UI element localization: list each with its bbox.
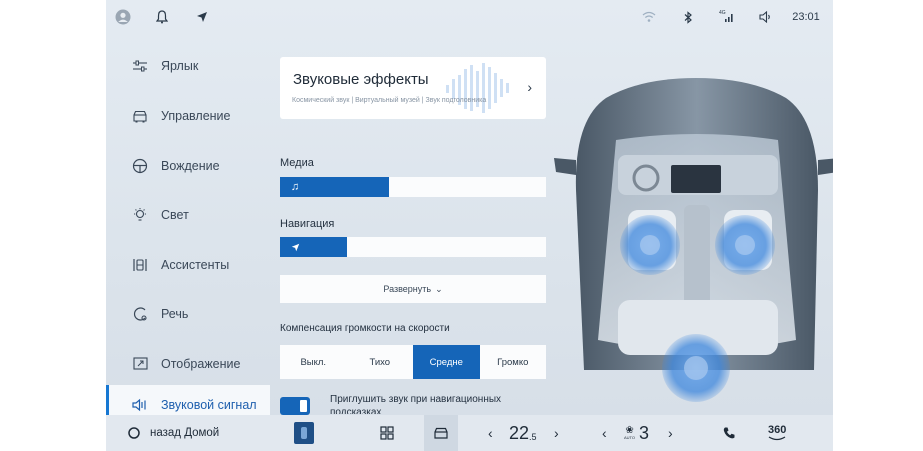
phone-icon[interactable] <box>722 415 736 451</box>
bell-icon[interactable] <box>154 8 170 26</box>
sidebar-item-label: Отображение <box>161 357 241 371</box>
sidebar-item-label: Ярлык <box>161 59 199 73</box>
sidebar-item-label: Речь <box>161 307 189 321</box>
assist-icon <box>131 256 149 274</box>
navigation-volume-slider[interactable] <box>280 237 546 257</box>
sidebar-item-label: Управление <box>161 109 231 123</box>
car-top-view-illustration <box>554 78 833 402</box>
temp-decrease-button[interactable]: ‹ <box>488 415 493 451</box>
media-volume-slider[interactable]: ♫ <box>280 177 546 197</box>
toggle-knob <box>300 400 307 412</box>
sidebar-item-label: Свет <box>161 208 189 222</box>
temperature-value: 22 <box>509 422 530 443</box>
bottom-dock: назад Домой ‹ 22 .5 › ‹ ❀ AUTO 3 › 360 <box>106 415 833 451</box>
duck-nav-text: Приглушить звук при навигационных подска… <box>330 394 502 414</box>
navigation-arrow-icon <box>194 8 210 26</box>
sidebar-item-voice[interactable]: Речь <box>106 294 270 334</box>
temperature-decimal: .5 <box>529 432 537 442</box>
sound-effects-card[interactable]: Звуковые эффекты Космический звук | Вирт… <box>280 57 546 119</box>
vehicle-button[interactable] <box>424 415 458 451</box>
chevron-down-icon: ⌄ <box>435 283 443 294</box>
option-quiet[interactable]: Тихо <box>347 345 414 379</box>
duck-nav-toggle[interactable] <box>280 397 310 415</box>
navigation-arrow-icon <box>288 240 302 254</box>
media-label: Медиа <box>280 157 314 169</box>
display-icon <box>131 355 149 373</box>
home-circle-icon <box>128 427 140 439</box>
fan-auto-label: AUTO <box>624 435 636 440</box>
sound-effects-title: Звуковые эффекты <box>293 71 429 88</box>
option-loud[interactable]: Громко <box>480 345 547 379</box>
sidebar-item-label: Вождение <box>161 159 220 173</box>
fan-speed-display: ❀ AUTO 3 <box>624 415 649 451</box>
speaker-icon <box>131 396 149 414</box>
settings-sidebar: Ярлык Управление Вождение Свет Ассистент… <box>106 40 270 425</box>
sidebar-item-driving[interactable]: Вождение <box>106 146 270 186</box>
steering-wheel-icon <box>131 157 149 175</box>
apps-grid-icon[interactable] <box>380 415 394 451</box>
expand-label: Развернуть <box>383 284 432 294</box>
sidebar-item-light[interactable]: Свет <box>106 195 270 235</box>
main-screen: 4G 23:01 Ярлык Управление Вождение Свет … <box>106 0 833 451</box>
fan-icon: ❀ AUTO <box>624 425 636 441</box>
wifi-icon <box>641 8 657 26</box>
sliders-icon <box>131 57 149 75</box>
clock: 23:01 <box>792 11 820 23</box>
option-off[interactable]: Выкл. <box>280 345 347 379</box>
voice-icon <box>131 305 149 323</box>
sidebar-item-display[interactable]: Отображение <box>106 344 270 384</box>
sidebar-item-assistants[interactable]: Ассистенты <box>106 245 270 285</box>
bluetooth-icon <box>681 8 695 26</box>
light-icon <box>131 206 149 224</box>
view-360-button[interactable]: 360 <box>768 415 786 451</box>
option-medium[interactable]: Средне <box>413 345 480 379</box>
fan-speed-value: 3 <box>639 422 650 443</box>
rotate-arrow-icon <box>768 436 786 441</box>
status-bar: 4G 23:01 <box>106 0 833 34</box>
temp-increase-button[interactable]: › <box>554 415 559 451</box>
navigation-label: Навигация <box>280 218 335 230</box>
sidebar-item-control[interactable]: Управление <box>106 96 270 136</box>
fan-increase-button[interactable]: › <box>668 415 673 451</box>
view-360-label: 360 <box>768 424 787 436</box>
volume-icon[interactable] <box>758 8 774 26</box>
speed-compensation-label: Компенсация громкости на скорости <box>280 323 450 334</box>
car-icon <box>434 427 448 439</box>
music-note-icon: ♫ <box>290 181 300 193</box>
home-button[interactable]: назад Домой <box>128 415 219 451</box>
speed-compensation-selector: Выкл. Тихо Средне Громко <box>280 345 546 379</box>
sidebar-item-label: Звуковой сигнал <box>161 398 257 412</box>
chevron-right-icon: › <box>527 79 532 95</box>
temperature-display: 22 .5 <box>509 415 537 451</box>
sound-effects-subtitle: Космический звук | Виртуальный музей | З… <box>292 97 487 104</box>
sidebar-item-shortcut[interactable]: Ярлык <box>106 46 270 86</box>
cellular-signal-icon: 4G <box>719 8 737 26</box>
car-icon <box>131 107 149 125</box>
fan-decrease-button[interactable]: ‹ <box>602 415 607 451</box>
user-avatar-icon[interactable] <box>114 8 132 26</box>
home-label: назад Домой <box>150 427 220 439</box>
expand-button[interactable]: Развернуть ⌄ <box>280 275 546 303</box>
seat-icon <box>294 422 314 444</box>
signal-label: 4G <box>719 10 726 16</box>
sidebar-item-label: Ассистенты <box>161 258 230 272</box>
driver-seat-button[interactable] <box>294 415 314 451</box>
